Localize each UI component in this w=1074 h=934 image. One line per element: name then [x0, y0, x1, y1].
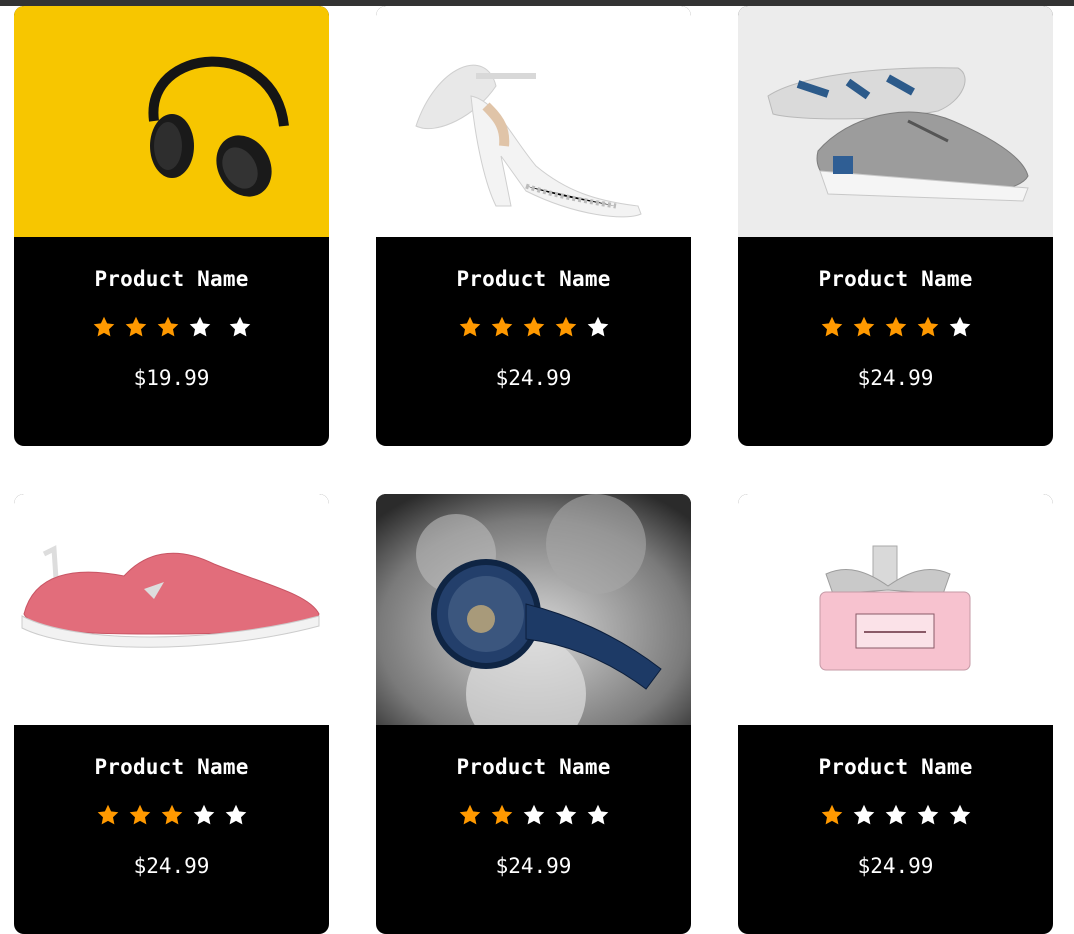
rating-stars — [458, 803, 610, 827]
star-filled-icon — [820, 315, 844, 339]
star-filled-icon — [92, 315, 116, 339]
rating-stars — [92, 315, 252, 339]
product-card[interactable]: Product Name $24.99 — [738, 6, 1053, 446]
product-image-white-heel-sandal[interactable] — [376, 6, 691, 237]
product-name: Product Name — [456, 755, 611, 779]
product-grid: Product Name $19.99 Product Name $24.99 … — [14, 6, 1054, 934]
star-filled-icon — [916, 315, 940, 339]
product-price: $24.99 — [857, 366, 934, 390]
product-card[interactable]: Product Name $24.99 — [376, 6, 691, 446]
star-filled-icon — [458, 315, 482, 339]
star-filled-icon — [96, 803, 120, 827]
rating-stars — [820, 803, 972, 827]
product-name: Product Name — [456, 267, 611, 291]
star-empty-icon — [948, 315, 972, 339]
star-empty-icon — [852, 803, 876, 827]
star-filled-icon — [156, 315, 180, 339]
product-image-perfume-bottle[interactable] — [738, 494, 1053, 725]
product-image-blue-wristwatch[interactable] — [376, 494, 691, 725]
star-filled-icon — [124, 315, 148, 339]
product-card[interactable]: Product Name $19.99 — [14, 6, 329, 446]
product-name: Product Name — [94, 267, 249, 291]
product-image-headphones[interactable] — [14, 6, 329, 237]
product-card[interactable]: Product Name $24.99 — [376, 494, 691, 934]
star-empty-icon — [228, 315, 252, 339]
product-image-pink-slip-on-shoe[interactable] — [14, 494, 329, 725]
star-empty-icon — [554, 803, 578, 827]
product-price: $24.99 — [495, 366, 572, 390]
star-filled-icon — [458, 803, 482, 827]
rating-stars — [458, 315, 610, 339]
star-filled-icon — [554, 315, 578, 339]
star-empty-icon — [586, 803, 610, 827]
star-filled-icon — [820, 803, 844, 827]
star-empty-icon — [586, 315, 610, 339]
star-filled-icon — [490, 315, 514, 339]
star-filled-icon — [852, 315, 876, 339]
product-name: Product Name — [94, 755, 249, 779]
product-name: Product Name — [818, 267, 973, 291]
rating-stars — [820, 315, 972, 339]
star-filled-icon — [522, 315, 546, 339]
product-price: $24.99 — [857, 854, 934, 878]
star-filled-icon — [128, 803, 152, 827]
star-filled-icon — [160, 803, 184, 827]
star-empty-icon — [224, 803, 248, 827]
product-price: $19.99 — [133, 366, 210, 390]
product-card[interactable]: Product Name $24.99 — [738, 494, 1053, 934]
star-filled-icon — [884, 315, 908, 339]
rating-stars — [96, 803, 248, 827]
star-filled-icon — [490, 803, 514, 827]
star-empty-icon — [192, 803, 216, 827]
product-price: $24.99 — [495, 854, 572, 878]
star-empty-icon — [884, 803, 908, 827]
product-image-grey-sneaker[interactable] — [738, 6, 1053, 237]
star-empty-icon — [916, 803, 940, 827]
product-name: Product Name — [818, 755, 973, 779]
star-empty-icon — [522, 803, 546, 827]
star-empty-icon — [188, 315, 212, 339]
product-price: $24.99 — [133, 854, 210, 878]
star-empty-icon — [948, 803, 972, 827]
product-card[interactable]: Product Name $24.99 — [14, 494, 329, 934]
